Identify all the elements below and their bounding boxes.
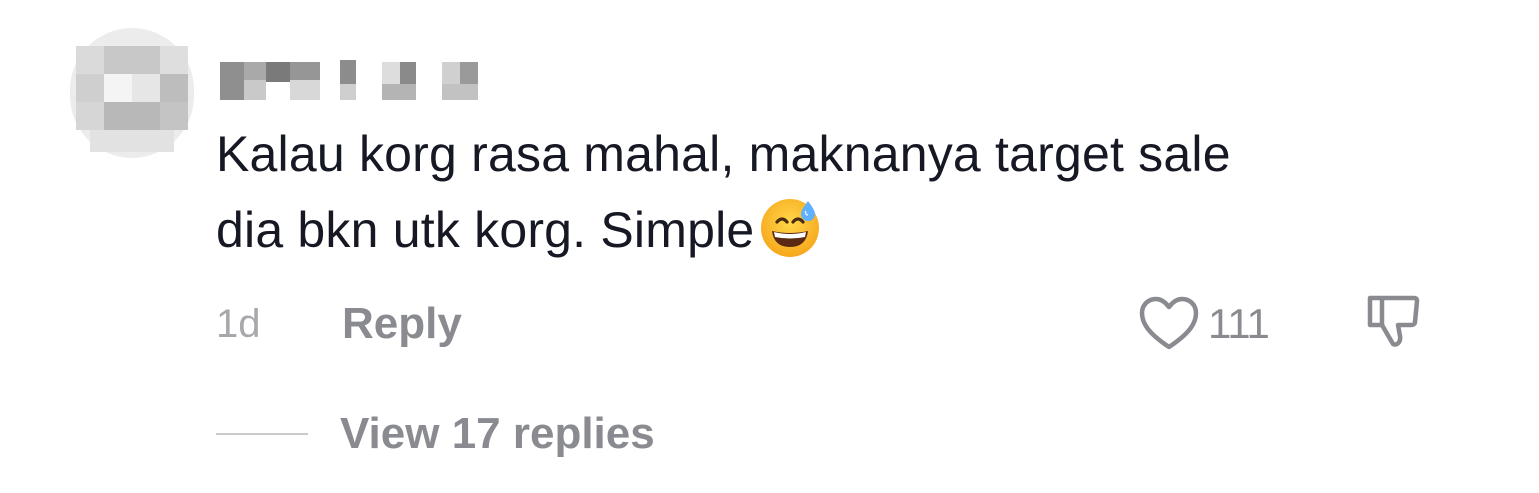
username-redacted[interactable] (220, 56, 490, 106)
view-replies-button[interactable]: View 17 replies (340, 406, 655, 462)
comment-text-line: dia bkn utk korg. Simple (216, 192, 1476, 268)
timestamp: 1d (216, 302, 261, 346)
grinning-face-with-sweat-icon (761, 199, 820, 257)
like-count: 111 (1208, 300, 1270, 347)
thumbs-down-icon[interactable] (1362, 292, 1422, 352)
replies-divider (216, 433, 308, 435)
heart-icon[interactable] (1138, 295, 1200, 353)
reply-button[interactable]: Reply (342, 298, 462, 350)
like-button[interactable]: 111 (1138, 292, 1270, 356)
avatar[interactable] (62, 18, 202, 168)
comment-text-line: Kalau korg rasa mahal, maknanya target s… (216, 126, 1231, 182)
comment-text: Kalau korg rasa mahal, maknanya target s… (216, 116, 1476, 268)
